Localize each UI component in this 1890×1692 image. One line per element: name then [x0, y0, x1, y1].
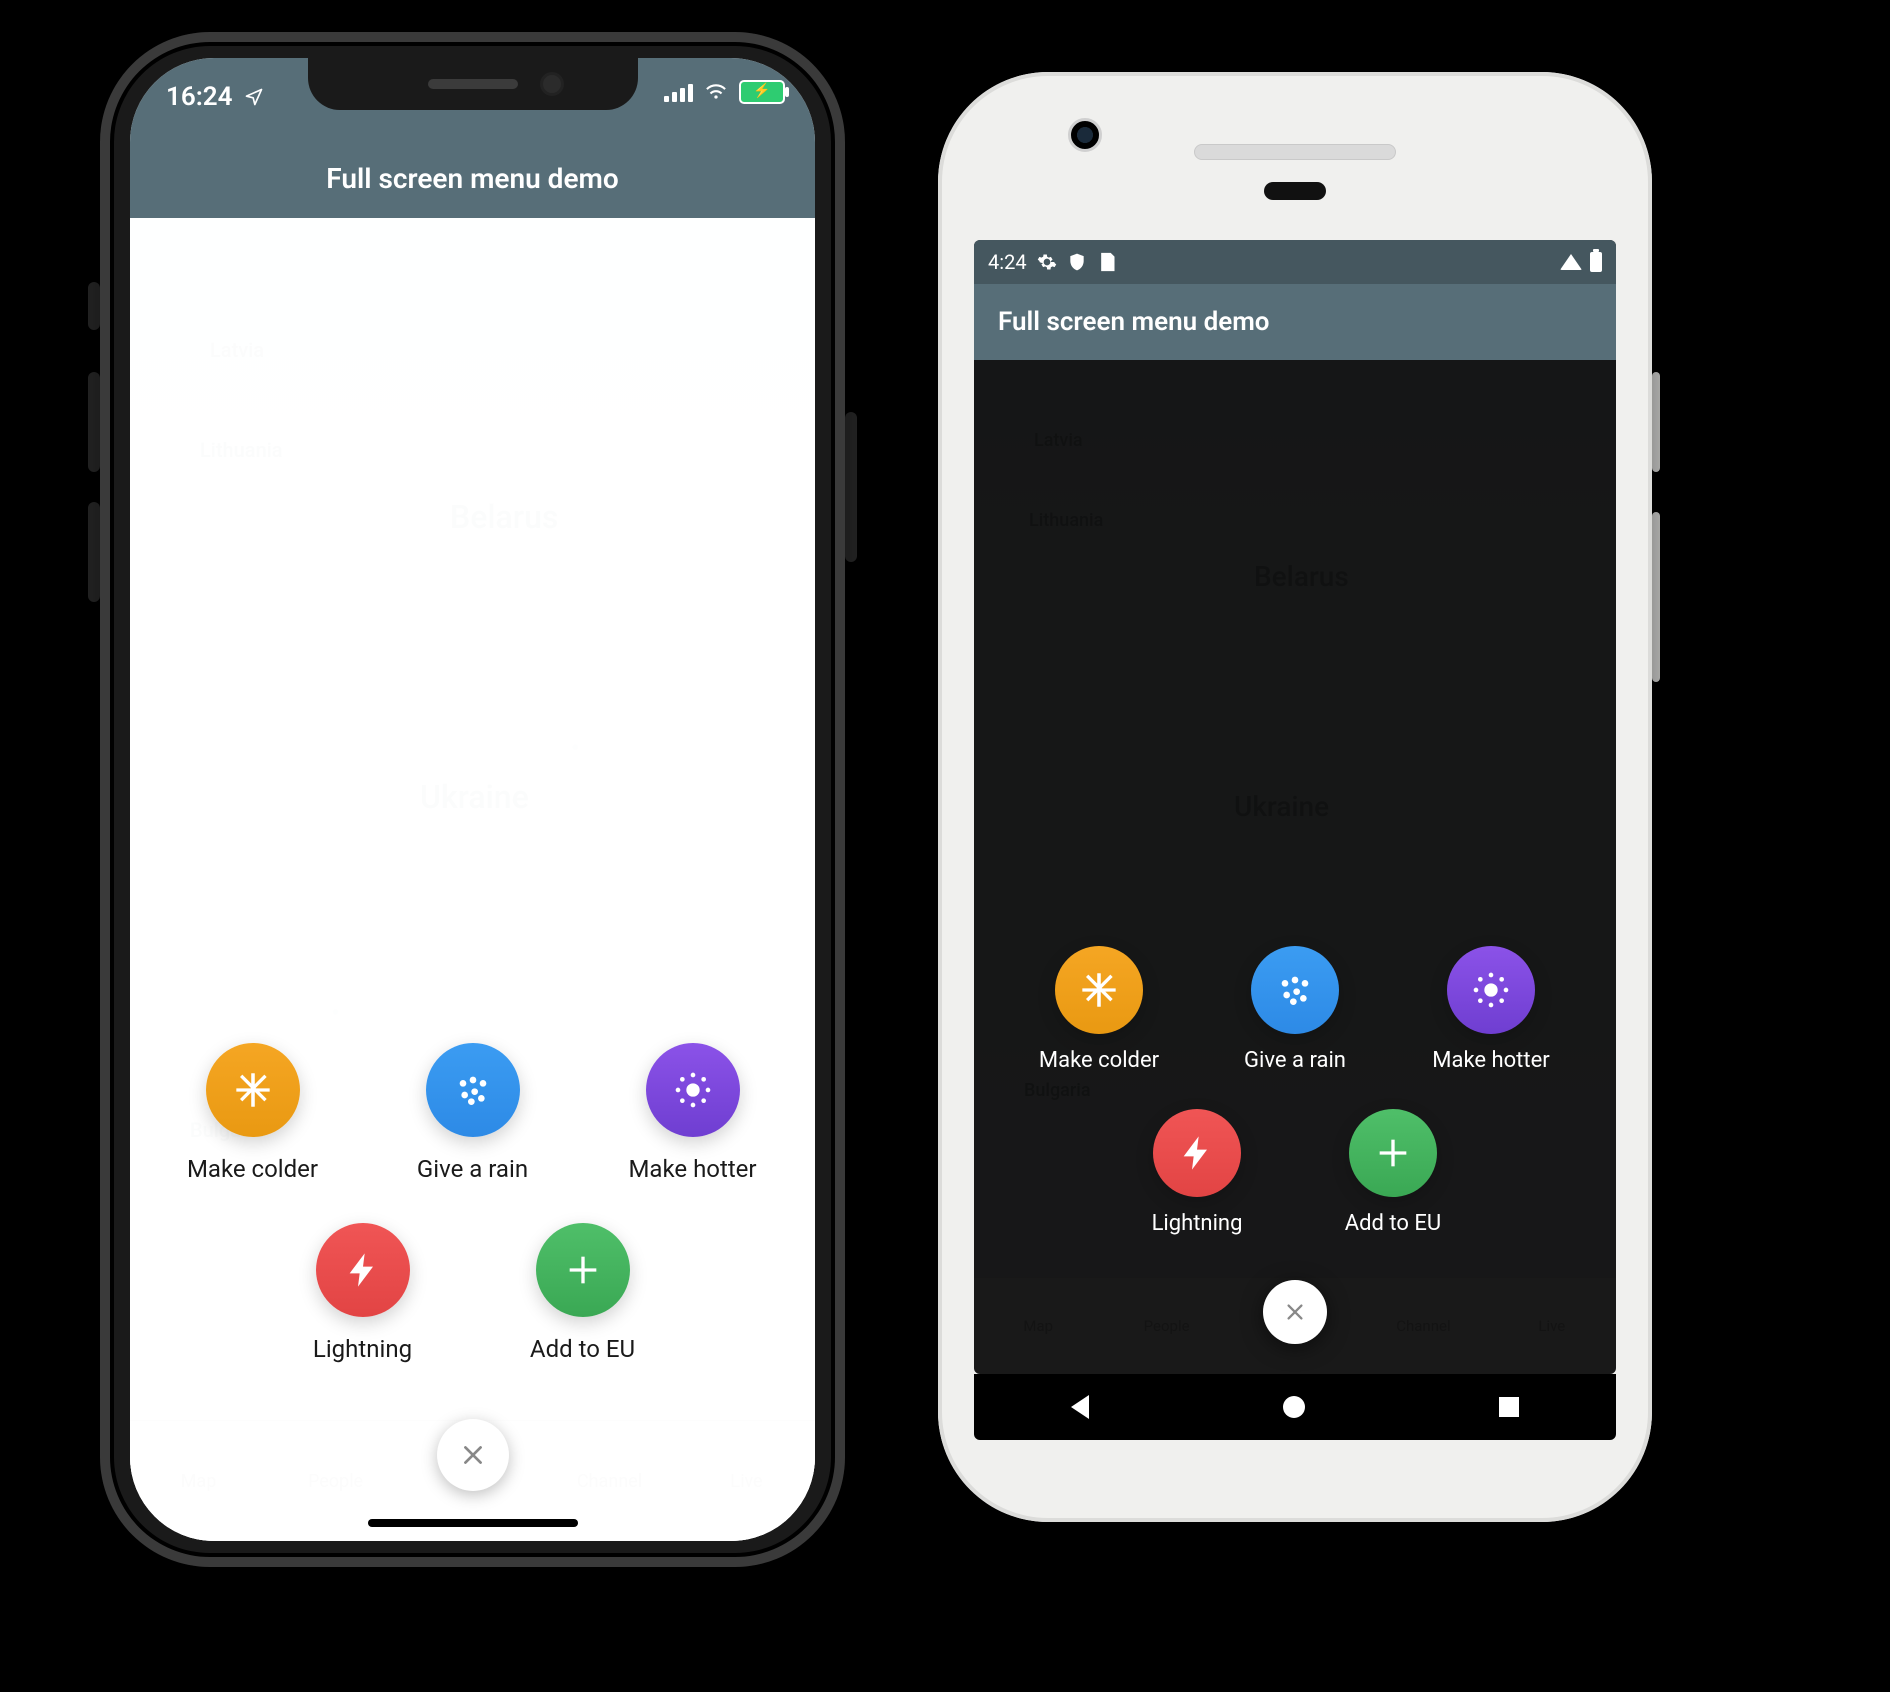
- close-menu-button[interactable]: [1263, 1280, 1327, 1344]
- menu-item-make-colder[interactable]: Make colder: [1004, 946, 1194, 1073]
- fullscreen-menu-overlay[interactable]: Make colder Give a rain Make hotter: [130, 218, 815, 1541]
- menu-item-label: Give a rain: [417, 1155, 528, 1183]
- menu-item-make-colder[interactable]: Make colder: [153, 1043, 353, 1183]
- menu-item-label: Add to EU: [1345, 1211, 1441, 1236]
- sun-icon: [646, 1043, 740, 1137]
- menu-item-make-hotter[interactable]: Make hotter: [1396, 946, 1586, 1073]
- bolt-icon: [1153, 1109, 1241, 1197]
- menu-item-label: Lightning: [313, 1335, 412, 1363]
- android-recents-button[interactable]: [1499, 1397, 1519, 1417]
- rain-icon: [1251, 946, 1339, 1034]
- android-status-bar: 4:24: [974, 240, 1616, 284]
- android-front-camera: [1068, 118, 1102, 152]
- fullscreen-menu-overlay[interactable]: Make colder Give a rain Make hotter: [974, 360, 1616, 1374]
- app-header-title: Full screen menu demo: [998, 307, 1270, 337]
- menu-item-label: Make hotter: [628, 1155, 756, 1183]
- gear-icon: [1037, 252, 1057, 272]
- menu-item-label: Give a rain: [1244, 1048, 1346, 1073]
- app-header: Full screen menu demo: [974, 284, 1616, 360]
- menu-item-make-hotter[interactable]: Make hotter: [593, 1043, 793, 1183]
- snowflake-icon: [206, 1043, 300, 1137]
- sd-card-icon: [1097, 252, 1117, 272]
- plus-icon: [1349, 1109, 1437, 1197]
- menu-item-label: Make colder: [1039, 1048, 1159, 1073]
- rain-icon: [426, 1043, 520, 1137]
- ios-status-time: 16:24: [166, 82, 233, 112]
- android-power-button: [1652, 372, 1660, 472]
- close-icon: [1284, 1301, 1306, 1323]
- menu-item-give-a-rain[interactable]: Give a rain: [373, 1043, 573, 1183]
- menu-item-label: Add to EU: [530, 1335, 635, 1363]
- android-home-button[interactable]: [1283, 1396, 1305, 1418]
- close-icon: [460, 1442, 486, 1468]
- menu-item-add-to-eu[interactable]: Add to EU: [483, 1223, 683, 1363]
- iphone-power-button: [845, 412, 857, 562]
- shield-icon: [1067, 252, 1087, 272]
- location-arrow-icon: [241, 87, 267, 107]
- menu-item-give-a-rain[interactable]: Give a rain: [1200, 946, 1390, 1073]
- iphone-volume-down: [88, 502, 100, 602]
- home-indicator: [368, 1519, 578, 1527]
- cellular-signal-icon: [664, 82, 693, 102]
- menu-item-label: Lightning: [1152, 1211, 1243, 1236]
- bolt-icon: [316, 1223, 410, 1317]
- iphone-volume-up: [88, 372, 100, 472]
- wifi-icon: [1560, 254, 1582, 270]
- android-status-time: 4:24: [988, 250, 1027, 274]
- menu-item-lightning[interactable]: Lightning: [1102, 1109, 1292, 1236]
- menu-item-lightning[interactable]: Lightning: [263, 1223, 463, 1363]
- menu-item-label: Make hotter: [1432, 1048, 1549, 1073]
- iphone-mute-switch: [88, 282, 100, 330]
- battery-icon: [1590, 252, 1602, 272]
- iphone-device-frame: 16:24 ⚡ Full screen menu demo: [100, 32, 845, 1567]
- iphone-screen: 16:24 ⚡ Full screen menu demo: [130, 58, 815, 1541]
- close-menu-button[interactable]: [437, 1419, 509, 1491]
- android-back-button[interactable]: [1071, 1395, 1089, 1419]
- plus-icon: [536, 1223, 630, 1317]
- sun-icon: [1447, 946, 1535, 1034]
- wifi-icon: [703, 82, 729, 102]
- iphone-notch: [308, 58, 638, 110]
- android-sensor: [1264, 182, 1326, 200]
- android-earpiece: [1194, 144, 1396, 160]
- app-header-title: Full screen menu demo: [326, 162, 618, 195]
- battery-charging-icon: ⚡: [739, 80, 785, 104]
- android-device-frame: 4:24 Full screen menu demo Latvia: [938, 72, 1652, 1522]
- menu-item-add-to-eu[interactable]: Add to EU: [1298, 1109, 1488, 1236]
- snowflake-icon: [1055, 946, 1143, 1034]
- android-nav-bar: [974, 1374, 1616, 1440]
- android-volume-rocker: [1652, 512, 1660, 682]
- android-screen: 4:24 Full screen menu demo Latvia: [974, 240, 1616, 1374]
- menu-item-label: Make colder: [187, 1155, 318, 1183]
- app-header: Full screen menu demo: [130, 138, 815, 218]
